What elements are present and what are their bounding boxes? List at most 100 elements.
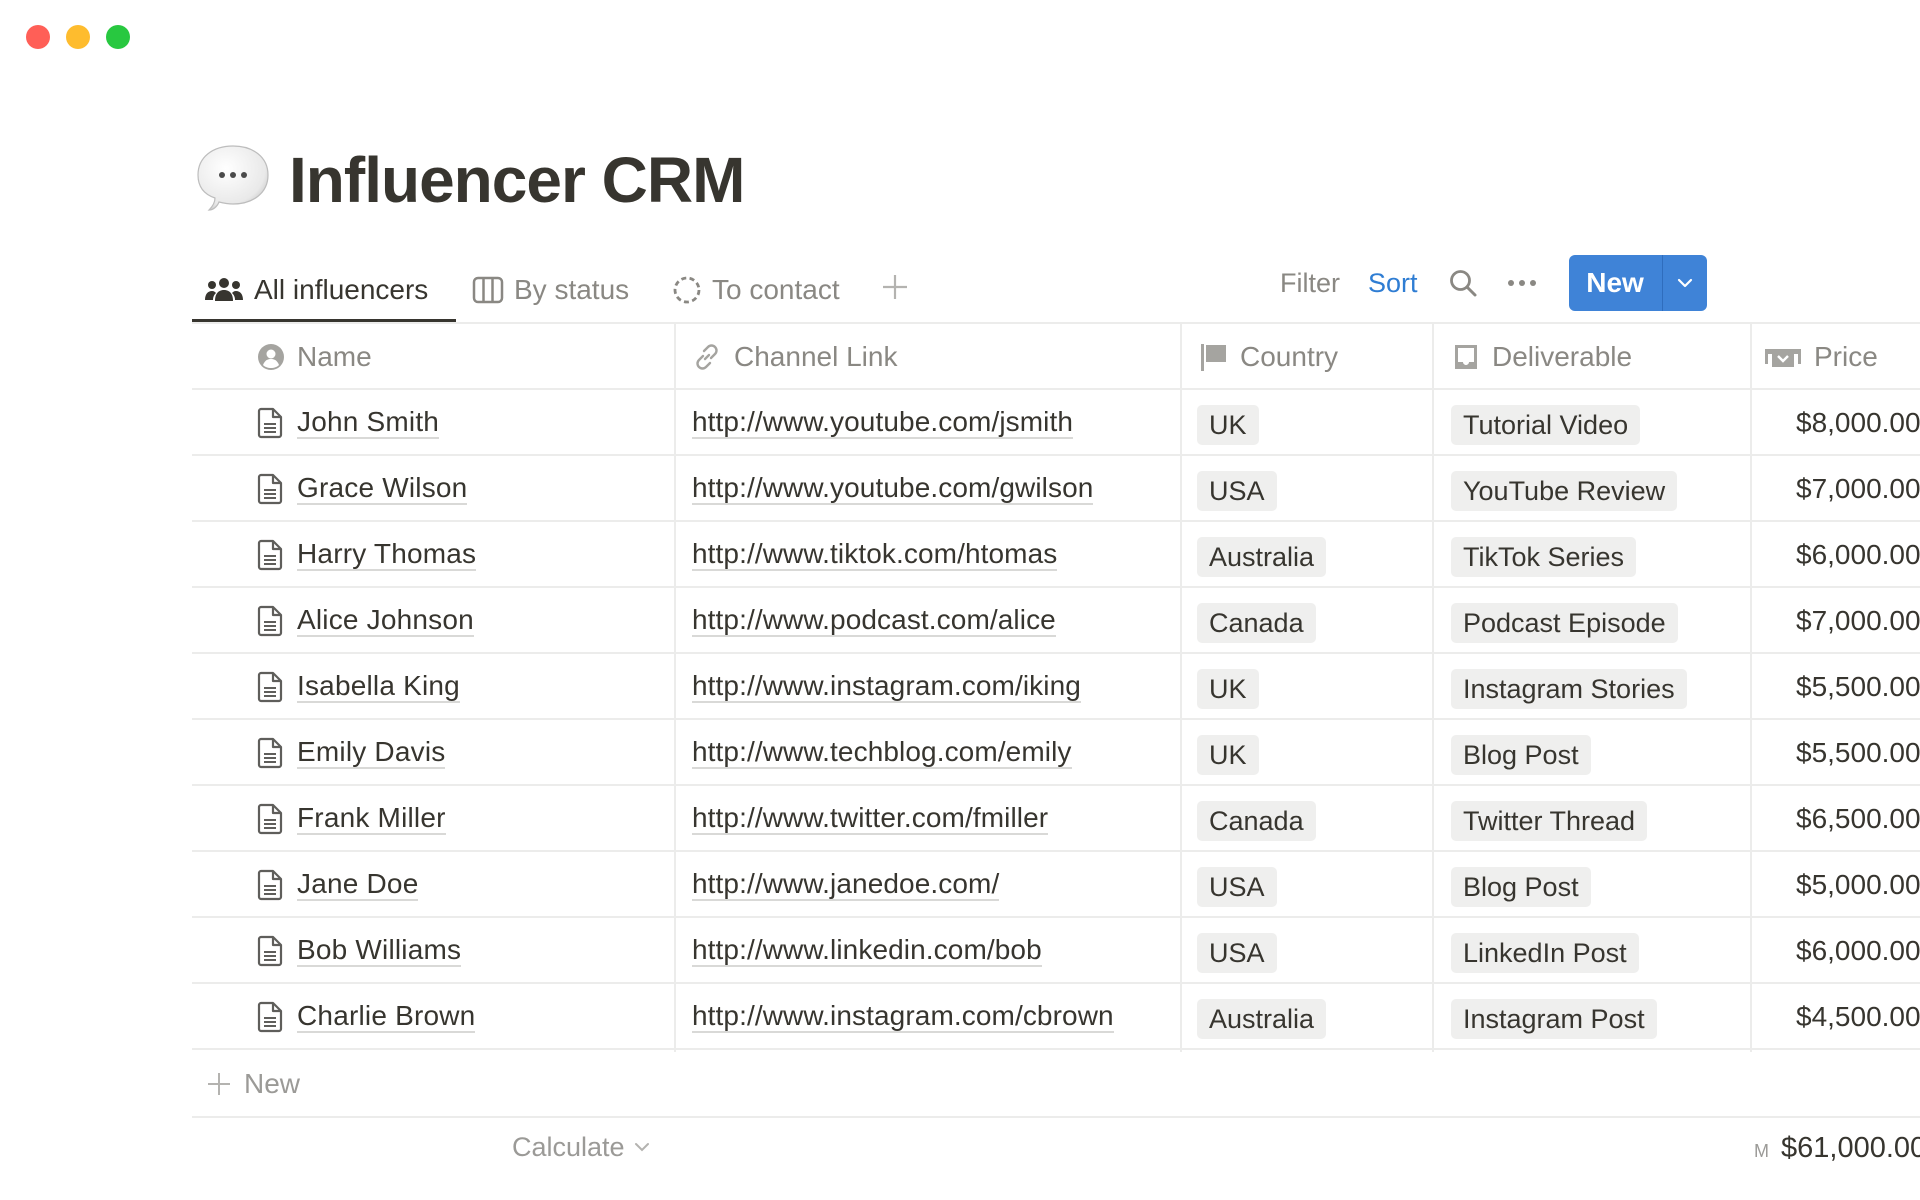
country-cell[interactable]: UK — [1197, 654, 1259, 720]
name-cell[interactable]: John Smith — [257, 390, 440, 456]
column-header-country[interactable]: Country — [1200, 324, 1338, 389]
country-cell[interactable]: Australia — [1197, 522, 1327, 588]
influencer-name[interactable]: Jane Doe — [297, 869, 419, 901]
name-cell[interactable]: Grace Wilson — [257, 456, 468, 522]
price-cell[interactable]: $7,000.00 — [1796, 456, 1920, 522]
channel-link-cell[interactable]: http://www.linkedin.com/bob — [692, 918, 1042, 984]
country-cell[interactable]: Australia — [1197, 984, 1327, 1050]
sort-button[interactable]: Sort — [1368, 268, 1418, 299]
influencer-name[interactable]: Grace Wilson — [297, 473, 468, 505]
channel-link-cell[interactable]: http://www.youtube.com/jsmith — [692, 390, 1074, 456]
table-row[interactable]: Isabella King http://www.instagram.com/i… — [192, 654, 1920, 720]
table-row[interactable]: Grace Wilson http://www.youtube.com/gwil… — [192, 456, 1920, 522]
search-icon[interactable] — [1448, 268, 1478, 298]
name-cell[interactable]: Frank Miller — [257, 786, 446, 852]
country-cell[interactable]: USA — [1197, 852, 1277, 918]
deliverable-cell[interactable]: Twitter Thread — [1451, 786, 1648, 852]
country-cell[interactable]: USA — [1197, 456, 1277, 522]
channel-link[interactable]: http://www.youtube.com/gwilson — [692, 473, 1094, 505]
deliverable-cell[interactable]: Blog Post — [1451, 720, 1591, 786]
channel-link[interactable]: http://www.tiktok.com/htomas — [692, 539, 1058, 571]
price-cell[interactable]: $8,000.00 — [1796, 390, 1920, 456]
price-cell[interactable]: $7,000.00 — [1796, 588, 1920, 654]
name-cell[interactable]: Jane Doe — [257, 852, 419, 918]
add-row-button[interactable]: New — [192, 1052, 300, 1116]
tab-by-status[interactable]: By status — [472, 258, 629, 322]
price-cell[interactable]: $5,500.00 — [1796, 654, 1920, 720]
channel-link[interactable]: http://www.twitter.com/fmiller — [692, 803, 1049, 835]
channel-link-cell[interactable]: http://www.techblog.com/emily — [692, 720, 1072, 786]
channel-link-cell[interactable]: http://www.youtube.com/gwilson — [692, 456, 1094, 522]
channel-link[interactable]: http://www.podcast.com/alice — [692, 605, 1056, 637]
price-cell[interactable]: $6,000.00 — [1796, 522, 1920, 588]
channel-link-cell[interactable]: http://www.tiktok.com/htomas — [692, 522, 1058, 588]
name-cell[interactable]: Charlie Brown — [257, 984, 476, 1050]
table-row[interactable]: Frank Miller http://www.twitter.com/fmil… — [192, 786, 1920, 852]
deliverable-cell[interactable]: YouTube Review — [1451, 456, 1678, 522]
name-cell[interactable]: Bob Williams — [257, 918, 462, 984]
table-row[interactable]: John Smith http://www.youtube.com/jsmith… — [192, 390, 1920, 456]
channel-link-cell[interactable]: http://www.twitter.com/fmiller — [692, 786, 1049, 852]
country-cell[interactable]: UK — [1197, 390, 1259, 456]
speech-balloon-icon[interactable] — [195, 142, 271, 218]
channel-link[interactable]: http://www.janedoe.com/ — [692, 869, 1000, 901]
column-header-deliverable[interactable]: Deliverable — [1452, 324, 1632, 389]
filter-button[interactable]: Filter — [1280, 268, 1340, 299]
channel-link[interactable]: http://www.techblog.com/emily — [692, 737, 1072, 769]
channel-link[interactable]: http://www.youtube.com/jsmith — [692, 407, 1074, 439]
tab-to-contact[interactable]: To contact — [672, 258, 840, 322]
price-cell[interactable]: $5,000.00 — [1796, 852, 1920, 918]
deliverable-cell[interactable]: Blog Post — [1451, 852, 1591, 918]
deliverable-cell[interactable]: Instagram Stories — [1451, 654, 1687, 720]
table-row[interactable]: Harry Thomas http://www.tiktok.com/htoma… — [192, 522, 1920, 588]
close-window-button[interactable] — [26, 25, 50, 49]
table-row[interactable]: Alice Johnson http://www.podcast.com/ali… — [192, 588, 1920, 654]
name-cell[interactable]: Isabella King — [257, 654, 460, 720]
calculate-dropdown[interactable]: Calculate — [512, 1126, 651, 1168]
deliverable-cell[interactable]: LinkedIn Post — [1451, 918, 1639, 984]
deliverable-cell[interactable]: Tutorial Video — [1451, 390, 1641, 456]
influencer-name[interactable]: Bob Williams — [297, 935, 462, 967]
table-row[interactable]: Charlie Brown http://www.instagram.com/c… — [192, 984, 1920, 1050]
minimize-window-button[interactable] — [66, 25, 90, 49]
influencer-name[interactable]: Emily Davis — [297, 737, 446, 769]
influencer-name[interactable]: Harry Thomas — [297, 539, 477, 571]
price-cell[interactable]: $4,500.00 — [1796, 984, 1920, 1050]
name-cell[interactable]: Emily Davis — [257, 720, 446, 786]
influencer-name[interactable]: Frank Miller — [297, 803, 446, 835]
country-cell[interactable]: Canada — [1197, 786, 1316, 852]
channel-link-cell[interactable]: http://www.janedoe.com/ — [692, 852, 1000, 918]
price-cell[interactable]: $5,500.00 — [1796, 720, 1920, 786]
name-cell[interactable]: Harry Thomas — [257, 522, 477, 588]
price-cell[interactable]: $6,000.00 — [1796, 918, 1920, 984]
influencer-name[interactable]: Isabella King — [297, 671, 460, 703]
column-header-price[interactable]: Price — [1764, 324, 1878, 389]
column-header-name[interactable]: Name — [257, 324, 372, 389]
influencer-name[interactable]: John Smith — [297, 407, 440, 439]
name-cell[interactable]: Alice Johnson — [257, 588, 474, 654]
zoom-window-button[interactable] — [106, 25, 130, 49]
new-button[interactable]: New — [1569, 255, 1663, 311]
influencer-name[interactable]: Charlie Brown — [297, 1001, 476, 1033]
price-sum[interactable]: M $61,000.00 — [1754, 1124, 1920, 1172]
column-header-channel-link[interactable]: Channel Link — [692, 324, 897, 389]
channel-link[interactable]: http://www.linkedin.com/bob — [692, 935, 1042, 967]
table-row[interactable]: Bob Williams http://www.linkedin.com/bob… — [192, 918, 1920, 984]
table-row[interactable]: Emily Davis http://www.techblog.com/emil… — [192, 720, 1920, 786]
plus-icon[interactable] — [880, 272, 910, 302]
country-cell[interactable]: UK — [1197, 720, 1259, 786]
channel-link[interactable]: http://www.instagram.com/cbrown — [692, 1001, 1114, 1033]
tab-all-influencers[interactable]: All influencers — [204, 258, 428, 322]
channel-link-cell[interactable]: http://www.instagram.com/iking — [692, 654, 1081, 720]
table-row[interactable]: Jane Doe http://www.janedoe.com/ USA Blo… — [192, 852, 1920, 918]
channel-link-cell[interactable]: http://www.podcast.com/alice — [692, 588, 1056, 654]
country-cell[interactable]: Canada — [1197, 588, 1316, 654]
ellipsis-icon[interactable] — [1506, 268, 1538, 298]
deliverable-cell[interactable]: Instagram Post — [1451, 984, 1657, 1050]
channel-link-cell[interactable]: http://www.instagram.com/cbrown — [692, 984, 1114, 1050]
deliverable-cell[interactable]: TikTok Series — [1451, 522, 1637, 588]
channel-link[interactable]: http://www.instagram.com/iking — [692, 671, 1081, 703]
country-cell[interactable]: USA — [1197, 918, 1277, 984]
new-dropdown-button[interactable] — [1663, 255, 1707, 311]
influencer-name[interactable]: Alice Johnson — [297, 605, 474, 637]
